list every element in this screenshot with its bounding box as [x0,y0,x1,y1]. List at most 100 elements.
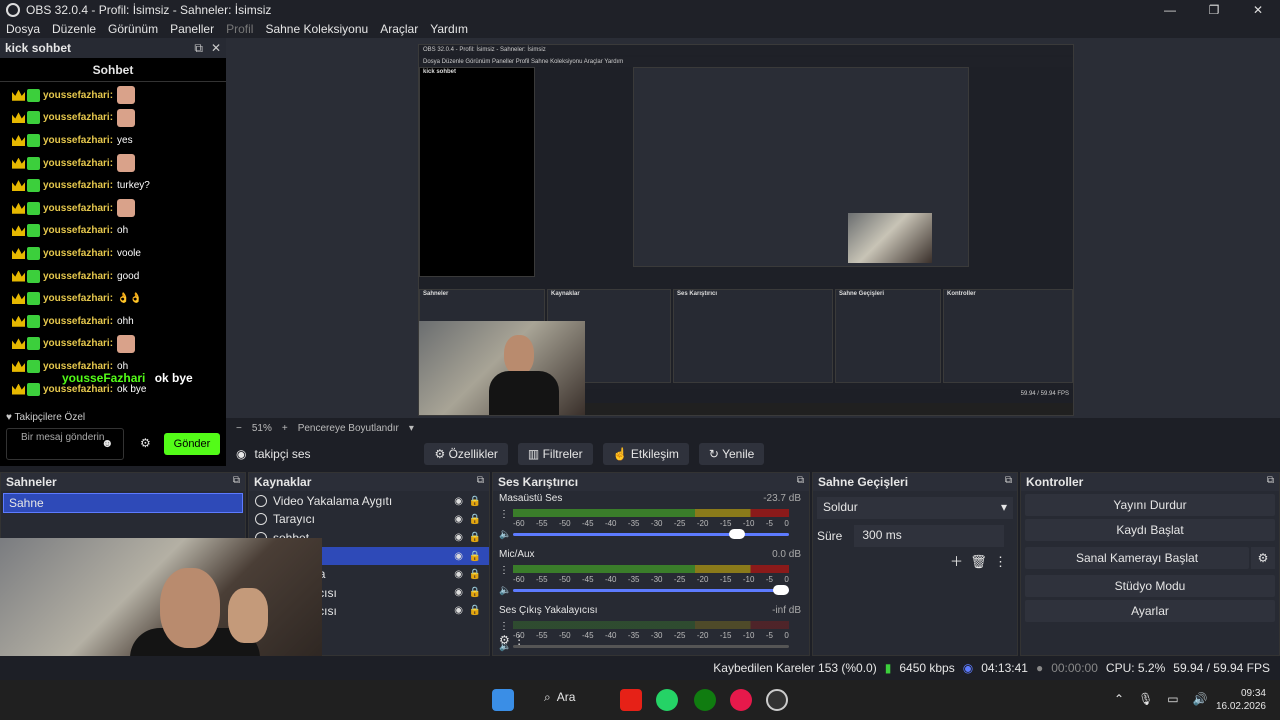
chat-username[interactable]: youssefazhari: [43,203,113,214]
whatsapp-icon[interactable] [656,689,678,711]
preview-canvas[interactable]: OBS 32.0.4 - Profil: İsimsiz - Sahneler:… [226,38,1280,418]
lock-icon[interactable]: 🔒 [469,605,481,616]
chat-username[interactable]: youssefazhari: [43,225,113,236]
chat-username[interactable]: youssefazhari: [43,158,113,169]
chevron-down-icon[interactable]: ▾ [409,423,414,434]
float-icon[interactable]: ⧉ [233,475,240,489]
menu-docks[interactable]: Paneller [164,22,220,36]
menu-view[interactable]: Görünüm [102,22,164,36]
chat-username[interactable]: youssefazhari: [43,271,113,282]
menu-tools[interactable]: Araçlar [374,22,424,36]
lock-icon[interactable]: 🔒 [469,587,481,598]
youtube-icon[interactable] [620,689,642,711]
meter-tick: -60 [513,575,525,584]
more-icon[interactable]: ⋮ [499,509,509,520]
followers-only-label: ♥ Takipçilere Özel [6,412,86,423]
filters-button[interactable]: ▥ Filtreler [517,443,593,465]
eye-icon[interactable]: ◉ [454,532,463,543]
volume-slider[interactable] [513,533,789,536]
chat-username[interactable]: youssefazhari: [43,293,113,304]
obs-taskbar-icon[interactable] [766,689,788,711]
send-button[interactable]: Gönder [164,433,220,455]
chat-username[interactable]: youssefazhari: [43,384,113,395]
settings-button[interactable]: Ayarlar [1025,600,1275,622]
mixer-gear-icon[interactable]: ⚙ ⋮ [499,633,525,647]
eye-icon[interactable]: ◉ [454,605,463,616]
stop-stream-button[interactable]: Yayını Durdur [1025,494,1275,516]
lock-icon[interactable]: 🔒 [469,569,481,580]
more-icon[interactable]: ⋮ [499,621,509,632]
volume-knob[interactable] [773,585,789,595]
lock-icon[interactable]: 🔒 [469,551,481,562]
transition-select[interactable]: Soldur ▾ [817,497,1013,519]
crown-icon [12,383,25,395]
media-player-icon[interactable] [730,689,752,711]
gear-icon[interactable]: ⚙ [1251,547,1275,569]
studio-mode-button[interactable]: Stüdyo Modu [1025,575,1275,597]
refresh-button[interactable]: ↻ Yenile [698,443,765,465]
volume-icon[interactable]: 🔊 [1193,692,1208,706]
fit-window-label[interactable]: Pencereye Boyutlandır [298,423,399,434]
interact-button[interactable]: ☝ Etkileşim [602,443,689,465]
eye-icon[interactable]: ◉ [454,551,463,562]
eye-icon[interactable]: ◉ [454,587,463,598]
gear-icon[interactable]: ⚙ [140,436,151,450]
chat-username[interactable]: youssefazhari: [43,90,113,101]
volume-knob[interactable] [728,529,745,539]
menu-edit[interactable]: Düzenle [46,22,102,36]
chat-username[interactable]: youssefazhari: [43,135,113,146]
scene-item[interactable]: Sahne [3,493,243,513]
microphone-icon[interactable]: 🎙 [1138,692,1153,706]
float-icon[interactable]: ⧉ [194,41,203,55]
clock[interactable]: 09:34 16.02.2026 [1216,687,1266,713]
eye-icon[interactable]: ◉ [454,514,463,525]
source-item[interactable]: Video Yakalama Aygıtı ◉ 🔒 [249,492,489,510]
volume-slider[interactable] [513,589,789,592]
chat-username[interactable]: youssefazhari: [43,180,113,191]
menu-help[interactable]: Yardım [424,22,474,36]
windows-start-icon[interactable] [492,689,514,711]
float-icon[interactable]: ⧉ [477,475,484,489]
speaker-icon[interactable]: 🔈 [499,585,511,596]
chat-username[interactable]: youssefazhari: [43,248,113,259]
lock-icon[interactable]: 🔒 [469,496,481,507]
search-button[interactable]: ⌕ Ara [544,690,575,705]
xbox-icon[interactable] [694,689,716,711]
speaker-icon[interactable]: 🔈 [499,529,511,540]
chat-username[interactable]: youssefazhari: [43,316,113,327]
source-item[interactable]: Tarayıcı ◉ 🔒 [249,510,489,528]
lock-icon[interactable]: 🔒 [469,514,481,525]
chat-username[interactable]: youssefazhari: [43,112,113,123]
chat-username[interactable]: youssefazhari: [43,338,113,349]
close-dock-icon[interactable]: ✕ [211,41,221,55]
eye-icon[interactable]: ◉ [454,496,463,507]
menu-file[interactable]: Dosya [0,22,46,36]
properties-button[interactable]: ⚙ Özellikler [424,443,508,465]
duration-field[interactable]: 300 ms [854,525,1005,547]
signal-icon: ▮ [884,661,892,675]
network-icon[interactable]: ▭ [1167,692,1178,706]
minimize-button[interactable]: — [1148,0,1192,20]
add-icon[interactable]: ＋ [950,554,963,569]
eye-icon[interactable]: ◉ [454,569,463,580]
volume-slider[interactable] [513,645,789,648]
start-virtual-camera-button[interactable]: Sanal Kamerayı Başlat [1025,547,1249,569]
nested-sources-title: Kaynaklar [551,291,580,297]
zoom-in-button[interactable]: + [282,423,288,434]
float-icon[interactable]: ⧉ [1267,475,1274,489]
chevron-up-icon[interactable]: ⌃ [1114,692,1124,706]
menu-profile[interactable]: Profil [220,22,259,36]
lock-icon[interactable]: 🔒 [469,532,481,543]
maximize-button[interactable]: ❐ [1192,0,1236,20]
menu-scene-collection[interactable]: Sahne Koleksiyonu [259,22,374,36]
float-icon[interactable]: ⧉ [1005,475,1012,489]
start-recording-button[interactable]: Kaydı Başlat [1025,519,1275,541]
zoom-out-button[interactable]: − [236,423,242,434]
close-button[interactable]: ✕ [1236,0,1280,20]
emoji-icon[interactable]: ☻ [101,436,114,450]
more-icon[interactable]: ⋮ [499,565,509,576]
more-icon[interactable]: ⋮ [994,554,1007,569]
trash-icon[interactable]: 🗑 [970,554,987,569]
float-icon[interactable]: ⧉ [797,475,804,489]
meter-tick: -45 [581,575,594,584]
